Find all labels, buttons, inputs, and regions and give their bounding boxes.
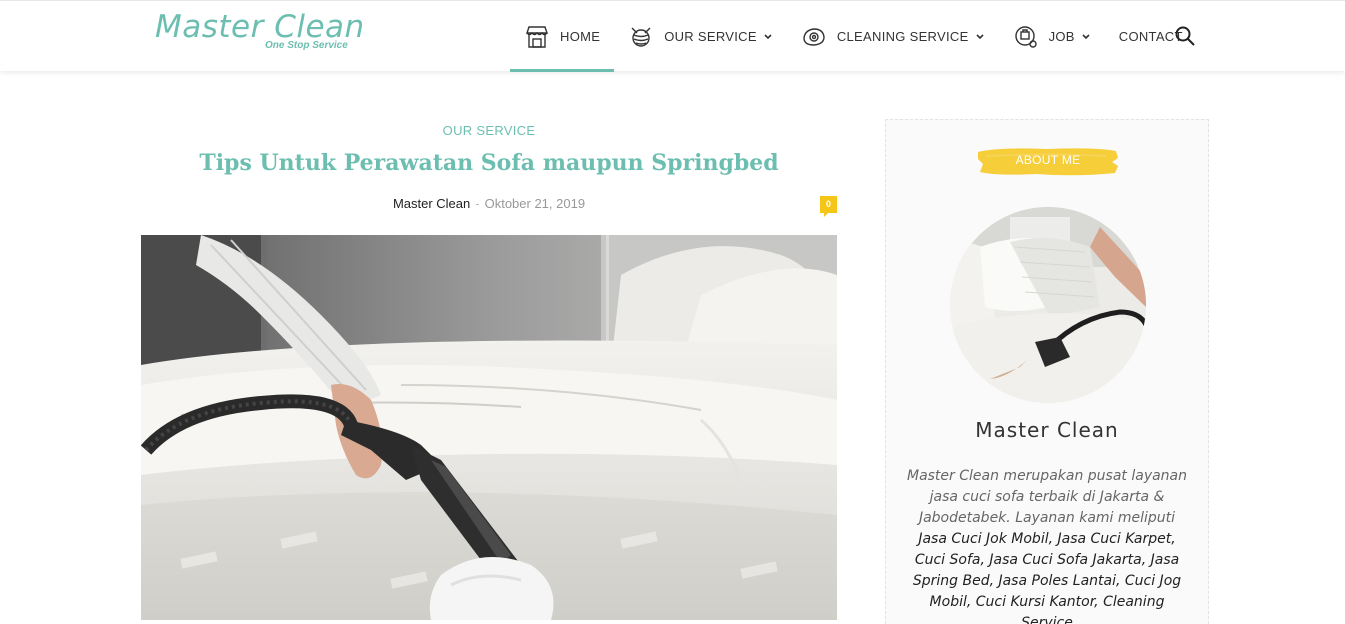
main-nav: HOME OUR SERVICE CLEANING SERVICE JOB CO… — [510, 1, 1197, 72]
post-author[interactable]: Master Clean — [393, 196, 470, 211]
nav-our-service[interactable]: OUR SERVICE — [614, 1, 787, 72]
about-description: Master Clean merupakan pusat layanan jas… — [904, 466, 1190, 624]
about-me-badge: ABOUT ME — [976, 144, 1120, 178]
job-icon — [1013, 24, 1039, 50]
chevron-down-icon — [975, 32, 985, 42]
meta-separator: - — [475, 196, 480, 211]
post-date: Oktober 21, 2019 — [484, 196, 586, 211]
shop-icon — [524, 24, 550, 50]
nav-home-label: HOME — [560, 29, 601, 44]
site-logo[interactable]: Master Clean One Stop Service — [155, 9, 364, 59]
nav-job-label: JOB — [1048, 29, 1075, 44]
about-me-heading: ABOUT ME — [1015, 153, 1081, 167]
search-icon[interactable] — [1174, 25, 1196, 47]
about-avatar — [950, 207, 1146, 403]
chevron-down-icon — [1081, 32, 1091, 42]
about-name: Master Clean — [975, 418, 1119, 442]
nav-job[interactable]: JOB — [999, 1, 1105, 72]
post-category-link[interactable]: OUR SERVICE — [141, 123, 837, 138]
about-me-widget: ABOUT ME Master Clean Master Clean merup… — [885, 119, 1209, 624]
post-title[interactable]: Tips Untuk Perawatan Sofa maupun Springb… — [141, 150, 837, 176]
chevron-down-icon — [763, 32, 773, 42]
post-featured-image[interactable] — [141, 235, 837, 620]
yarn-icon — [628, 24, 654, 50]
nav-our-service-label: OUR SERVICE — [664, 29, 757, 44]
iron-icon — [801, 24, 827, 50]
nav-home[interactable]: HOME — [510, 1, 615, 72]
nav-cleaning-service[interactable]: CLEANING SERVICE — [787, 1, 999, 72]
comment-count-badge[interactable]: 0 — [820, 196, 837, 217]
logo-tagline: One Stop Service — [265, 40, 348, 51]
about-description-text: Master Clean merupakan pusat layanan jas… — [906, 468, 1188, 526]
site-header: Master Clean One Stop Service HOME OUR S… — [0, 0, 1345, 72]
post-meta: Master Clean - Oktober 21, 2019 — [141, 196, 837, 211]
about-service-links[interactable]: Jasa Cuci Jok Mobil, Jasa Cuci Karpet, C… — [913, 531, 1181, 624]
nav-cleaning-service-label: CLEANING SERVICE — [836, 29, 969, 44]
